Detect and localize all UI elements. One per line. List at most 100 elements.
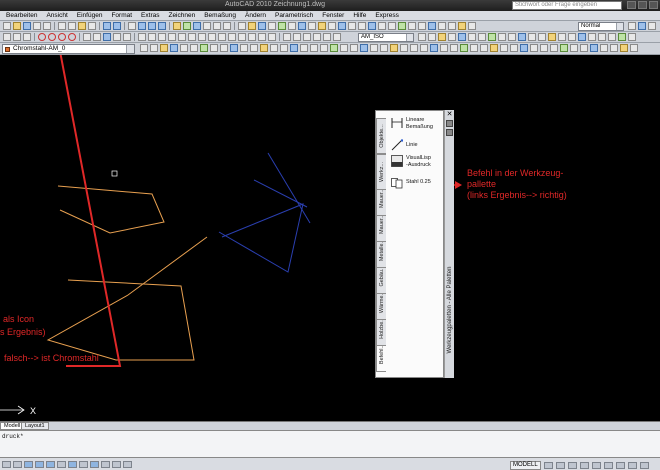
print-icon[interactable] (33, 22, 41, 30)
dyn-toggle-icon[interactable] (79, 461, 88, 468)
tool-icon[interactable] (298, 22, 306, 30)
steering-wheel-icon[interactable] (579, 462, 589, 469)
tool-icon[interactable] (420, 44, 428, 52)
minimize-button[interactable] (627, 1, 636, 9)
rotate-icon[interactable] (188, 33, 196, 41)
tool-icon[interactable] (570, 44, 578, 52)
tool-icon[interactable] (180, 44, 188, 52)
tool-icon[interactable] (560, 44, 568, 52)
menu-item[interactable]: Parametrisch (275, 12, 313, 20)
text-icon[interactable] (123, 33, 131, 41)
zoom-icon[interactable] (567, 462, 577, 469)
ortho-toggle-icon[interactable] (24, 461, 33, 468)
tool-icon[interactable] (448, 22, 456, 30)
tool-icon[interactable] (358, 22, 366, 30)
tool-icon[interactable] (548, 33, 556, 41)
polyline-icon[interactable] (23, 33, 31, 41)
tool-icon[interactable] (400, 44, 408, 52)
pan-icon[interactable] (128, 22, 136, 30)
tool-icon[interactable] (340, 44, 348, 52)
hatch-icon[interactable] (93, 33, 101, 41)
tool-icon[interactable] (590, 44, 598, 52)
calculator-icon[interactable] (223, 22, 231, 30)
tool-icon[interactable] (300, 44, 308, 52)
save-icon[interactable] (23, 22, 31, 30)
tool-icon[interactable] (338, 22, 346, 30)
tool-icon[interactable] (288, 22, 296, 30)
dimension-baseline-icon[interactable] (323, 33, 331, 41)
tool-icon[interactable] (508, 33, 516, 41)
tool-icon[interactable] (558, 33, 566, 41)
tool-icon[interactable] (638, 22, 646, 30)
tool-icon[interactable] (540, 44, 548, 52)
tool-icon[interactable] (430, 44, 438, 52)
tool-icon[interactable] (408, 22, 416, 30)
table-icon[interactable] (113, 33, 121, 41)
layer-dropdown[interactable]: Chromstahl-AM_0 (2, 44, 135, 54)
dimension-radius-icon[interactable] (303, 33, 311, 41)
tool-icon[interactable] (550, 44, 558, 52)
region-icon[interactable] (103, 33, 111, 41)
dimension-angular-icon[interactable] (313, 33, 321, 41)
palette-tool-visuallisp[interactable]: VisualLisp -Ausdruck (391, 155, 451, 171)
array-icon[interactable] (178, 33, 186, 41)
tool-icon[interactable] (438, 33, 446, 41)
donut-icon[interactable] (68, 33, 76, 41)
tool-icon[interactable] (468, 22, 476, 30)
open-file-icon[interactable] (13, 22, 21, 30)
tool-icon[interactable] (630, 44, 638, 52)
undo-icon[interactable] (103, 22, 111, 30)
tool-icon[interactable] (278, 22, 286, 30)
new-file-icon[interactable] (3, 22, 11, 30)
mirror-icon[interactable] (158, 33, 166, 41)
tool-icon[interactable] (170, 44, 178, 52)
tool-icon[interactable] (370, 44, 378, 52)
tool-icon[interactable] (260, 44, 268, 52)
menu-item[interactable]: Ändern (245, 12, 266, 20)
tab-layout1[interactable]: Layout1 (21, 422, 49, 430)
tool-icon[interactable] (258, 22, 266, 30)
tool-icon[interactable] (588, 33, 596, 41)
fillet-icon[interactable] (258, 33, 266, 41)
tool-icon[interactable] (360, 44, 368, 52)
otrack-toggle-icon[interactable] (57, 461, 66, 468)
stretch-icon[interactable] (208, 33, 216, 41)
tool-icon[interactable] (388, 22, 396, 30)
workspace-icon[interactable] (615, 462, 625, 469)
tool-icon[interactable] (598, 33, 606, 41)
tool-icon[interactable] (378, 22, 386, 30)
ducs-toggle-icon[interactable] (68, 461, 77, 468)
tool-icon[interactable] (308, 22, 316, 30)
zoom-previous-icon[interactable] (158, 22, 166, 30)
tool-icon[interactable] (530, 44, 538, 52)
dimension-linear-icon[interactable] (283, 33, 291, 41)
tool-icon[interactable] (160, 44, 168, 52)
tool-icon[interactable] (618, 33, 626, 41)
tool-icon[interactable] (448, 33, 456, 41)
extend-icon[interactable] (228, 33, 236, 41)
line-tool-icon[interactable] (3, 33, 11, 41)
tool-icon[interactable] (620, 44, 628, 52)
markup-icon[interactable] (213, 22, 221, 30)
menu-item[interactable]: Extras (141, 12, 159, 20)
rectangle-icon[interactable] (83, 33, 91, 41)
clean-screen-icon[interactable] (639, 462, 649, 469)
design-center-icon[interactable] (183, 22, 191, 30)
copy-icon[interactable] (68, 22, 76, 30)
tool-icon[interactable] (380, 44, 388, 52)
lock-icon[interactable] (627, 462, 637, 469)
polar-toggle-icon[interactable] (35, 461, 44, 468)
status-icon[interactable] (112, 461, 121, 468)
tool-icon[interactable] (200, 44, 208, 52)
pan-icon[interactable] (555, 462, 565, 469)
tool-icon[interactable] (390, 44, 398, 52)
tool-icon[interactable] (348, 22, 356, 30)
tool-icon[interactable] (490, 44, 498, 52)
tab-objekte[interactable]: Objekte... (376, 118, 386, 154)
menu-item[interactable]: Express (375, 12, 398, 20)
tool-icon[interactable] (500, 44, 508, 52)
break-icon[interactable] (238, 33, 246, 41)
auto-hide-icon[interactable] (446, 120, 453, 127)
snap-toggle-icon[interactable] (2, 461, 11, 468)
tool-icon[interactable] (268, 22, 276, 30)
